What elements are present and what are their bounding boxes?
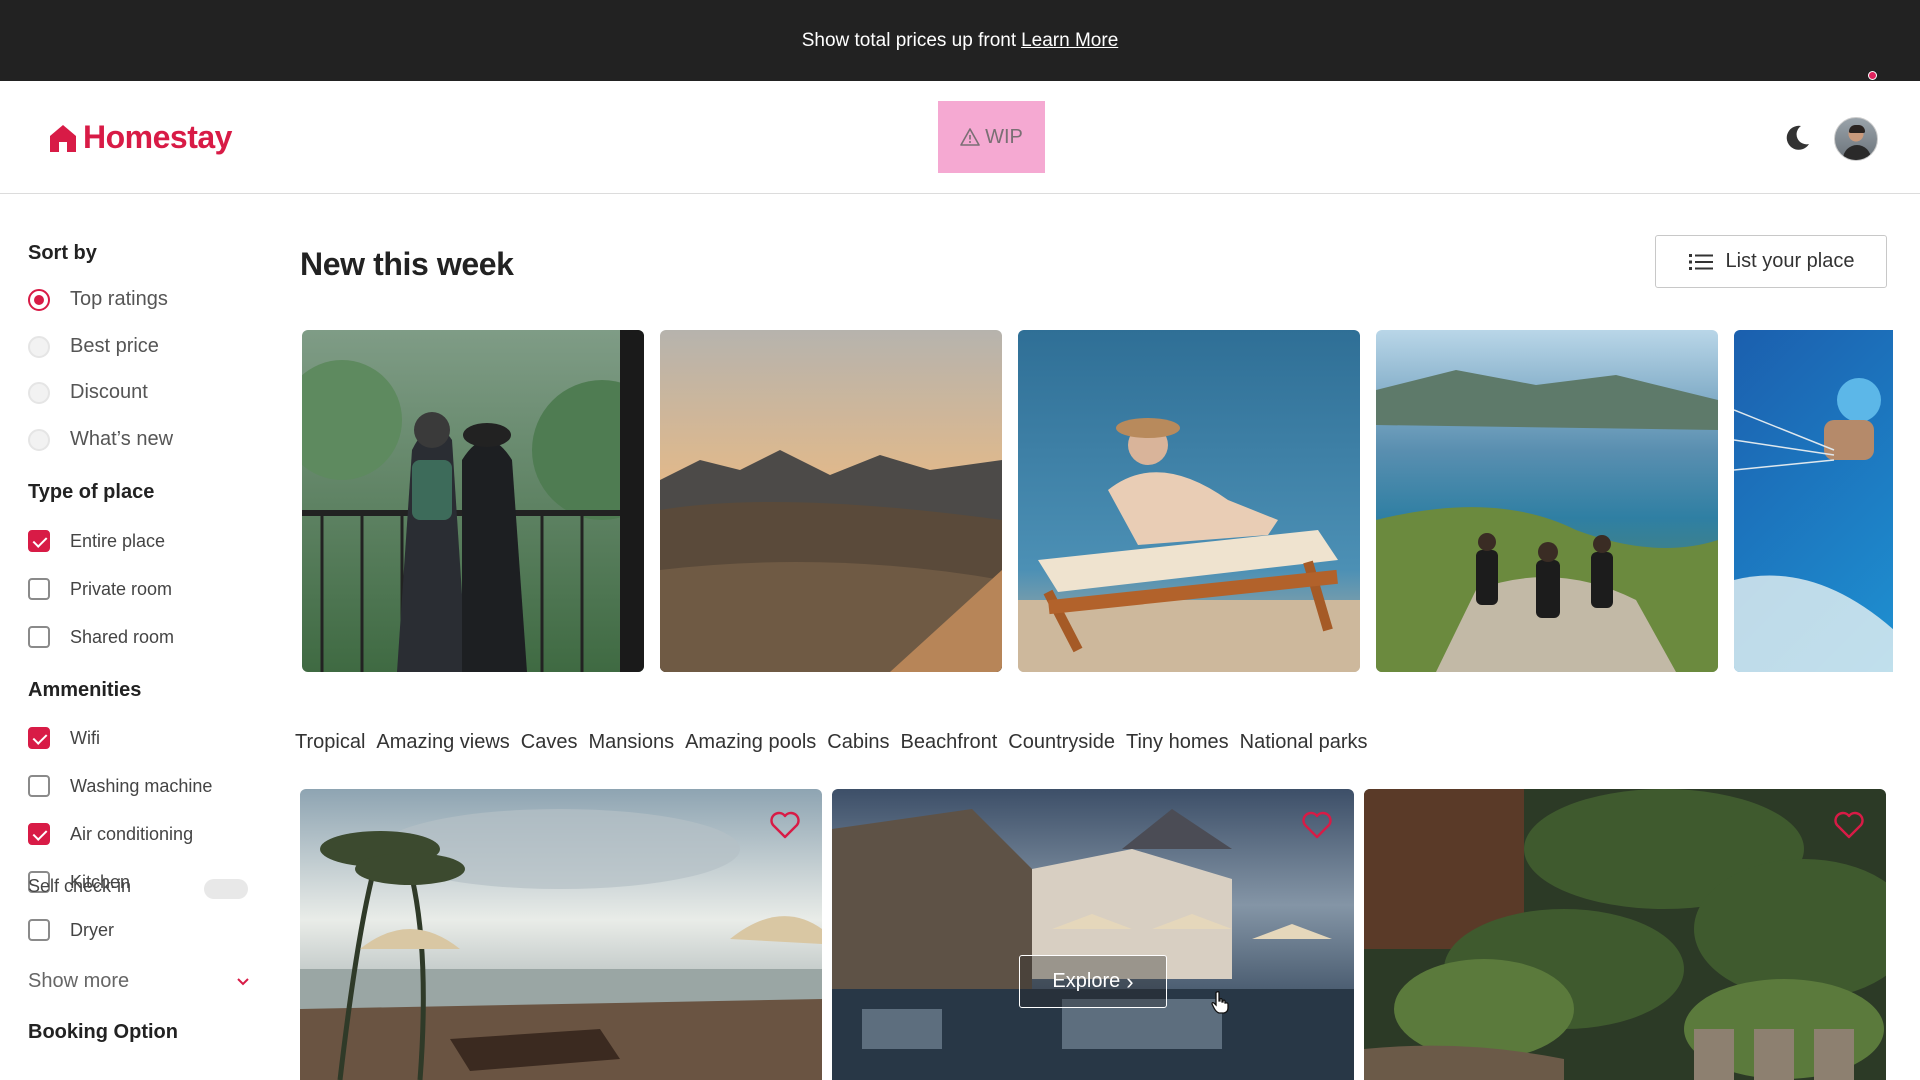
show-more-label: Show more [28, 970, 130, 992]
checkbox-icon[interactable] [28, 919, 50, 941]
new-this-week-carousel [302, 330, 1893, 672]
chevron-right-icon: › [1126, 968, 1134, 994]
photo-paraglider[interactable] [1734, 330, 1893, 672]
announcement-banner: Show total prices up front Learn More [0, 0, 1920, 81]
amenities-title: Ammenities [28, 679, 142, 701]
checkbox-icon[interactable] [28, 578, 50, 600]
booking-option-title: Booking Option [28, 1021, 178, 1043]
type-entire-place[interactable]: Entire place [28, 530, 165, 552]
hand-cursor-icon [1211, 991, 1229, 1014]
radio-icon[interactable] [28, 381, 50, 404]
photo-hikers-coast[interactable] [1376, 330, 1718, 672]
sort-option-discount[interactable]: Discount [28, 381, 148, 404]
photo-woman-sunbed[interactable] [1018, 330, 1360, 672]
heart-icon[interactable] [770, 811, 800, 839]
self-check-in-label: Self check-in [28, 876, 132, 896]
category-beachfront[interactable]: Beachfront [901, 731, 998, 754]
heart-icon[interactable] [1302, 811, 1332, 839]
sort-option-label: Discount [70, 381, 148, 403]
heart-icon[interactable] [1834, 811, 1864, 839]
radio-icon[interactable] [28, 335, 50, 358]
sort-option-label: Top ratings [70, 288, 168, 310]
category-tropical[interactable]: Tropical [295, 731, 365, 754]
category-amazing-pools[interactable]: Amazing pools [685, 731, 816, 754]
page-title: New this week [300, 246, 514, 282]
photo-desert-sunset[interactable] [660, 330, 1002, 672]
amenity-dryer[interactable]: Dryer [28, 919, 114, 941]
amenity-label: Wifi [70, 727, 100, 748]
learn-more-link[interactable]: Learn More [1021, 30, 1118, 52]
amenity-label: Air conditioning [70, 823, 194, 844]
amenity-washing-machine[interactable]: Washing machine [28, 775, 212, 797]
status-dot [1868, 71, 1877, 80]
amenity-wifi[interactable]: Wifi [28, 727, 100, 749]
type-shared-room[interactable]: Shared room [28, 626, 174, 648]
type-private-room[interactable]: Private room [28, 578, 172, 600]
checkbox-checked-icon[interactable] [28, 530, 50, 552]
category-mansions[interactable]: Mansions [588, 731, 674, 754]
listing-card[interactable] [1364, 789, 1886, 1080]
site-header: Homestay WIP [0, 81, 1920, 194]
type-option-label: Entire place [70, 530, 166, 551]
category-tiny-homes[interactable]: Tiny homes [1126, 731, 1229, 754]
type-of-place-title: Type of place [28, 481, 155, 503]
category-tabs: Tropical Amazing views Caves Mansions Am… [295, 731, 1367, 754]
radio-selected-icon[interactable] [28, 288, 50, 311]
sort-option-label: Best price [70, 335, 159, 357]
sort-option-whats-new[interactable]: What’s new [28, 428, 173, 451]
sort-option-top-ratings[interactable]: Top ratings [28, 288, 168, 311]
home-icon [50, 124, 76, 152]
radio-icon[interactable] [28, 428, 50, 451]
type-option-label: Shared room [70, 626, 175, 647]
checkbox-checked-icon[interactable] [28, 823, 50, 845]
show-more-button[interactable]: Show more [28, 970, 250, 993]
checkbox-icon[interactable] [28, 775, 50, 797]
amenity-air-conditioning[interactable]: Air conditioning [28, 823, 193, 845]
category-national-parks[interactable]: National parks [1240, 731, 1368, 754]
explore-button[interactable]: Explore › [1019, 955, 1167, 1008]
amenity-label: Dryer [70, 919, 114, 940]
category-caves[interactable]: Caves [521, 731, 578, 754]
listing-card[interactable] [300, 789, 822, 1080]
chevron-down-icon [237, 977, 249, 985]
sort-option-best-price[interactable]: Best price [28, 335, 159, 358]
warning-icon [960, 128, 980, 146]
list-your-place-label: List your place [1725, 250, 1855, 272]
checkbox-icon[interactable] [28, 626, 50, 648]
user-avatar[interactable] [1834, 117, 1878, 161]
moon-icon[interactable] [1782, 123, 1812, 153]
wip-badge: WIP [938, 101, 1045, 173]
list-icon [1688, 253, 1713, 270]
sort-option-label: What’s new [70, 428, 174, 450]
explore-label: Explore [1052, 970, 1121, 992]
checkbox-checked-icon[interactable] [28, 727, 50, 749]
category-amazing-views[interactable]: Amazing views [376, 731, 509, 754]
brand-logo[interactable]: Homestay [47, 119, 232, 156]
type-option-label: Private room [70, 578, 173, 599]
self-check-in-toggle[interactable] [204, 879, 248, 899]
amenity-label: Washing machine [70, 775, 213, 796]
filter-sidebar: Sort by Top ratings Best price Discount … [0, 195, 280, 1080]
category-countryside[interactable]: Countryside [1008, 731, 1115, 754]
list-your-place-button[interactable]: List your place [1655, 235, 1887, 288]
wip-label: WIP [985, 125, 1023, 148]
listing-card[interactable] [832, 789, 1354, 1080]
photo-couple-balcony[interactable] [302, 330, 644, 672]
category-cabins[interactable]: Cabins [827, 731, 889, 754]
sort-by-title: Sort by [28, 242, 97, 264]
banner-text: Show total prices up front [801, 29, 1017, 51]
brand-name: Homestay [83, 119, 232, 155]
